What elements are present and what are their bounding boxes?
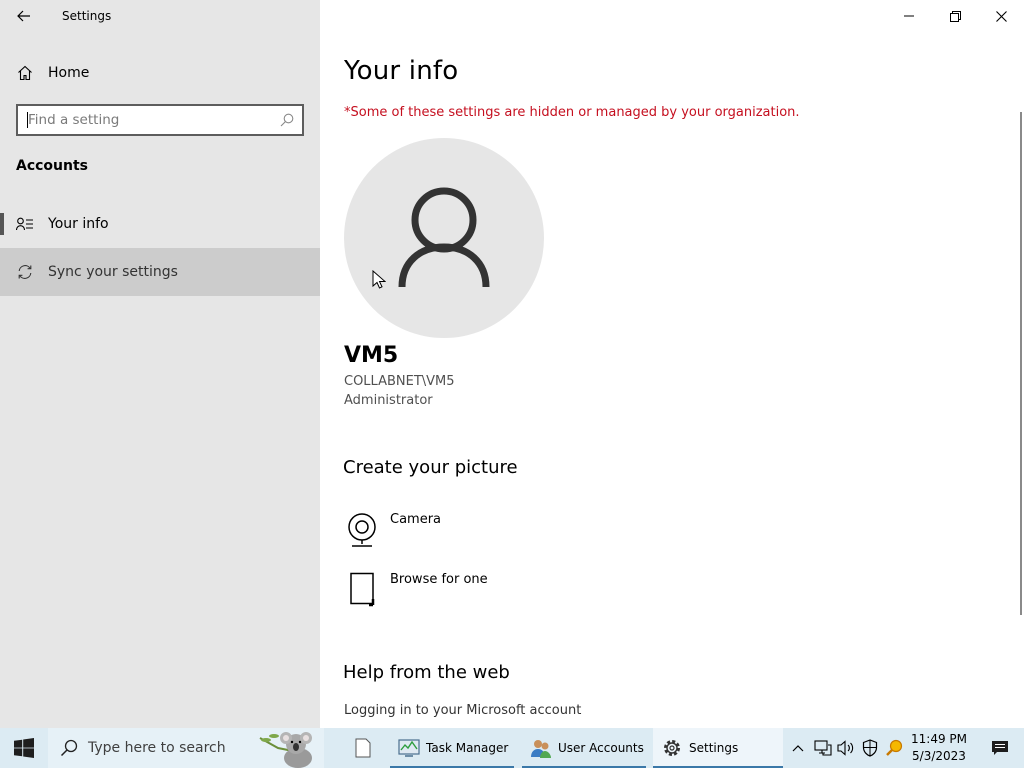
clock-date: 5/3/2023 — [912, 749, 966, 763]
restore-icon — [949, 10, 961, 22]
section-title-accounts: Accounts — [16, 158, 89, 174]
taskbar-app-settings[interactable]: Settings — [653, 728, 783, 768]
user-display-name: VM5 — [344, 343, 399, 368]
user-domain-account: COLLABNET\VM5 — [344, 374, 455, 389]
user-accounts-icon — [530, 737, 552, 759]
browse-option-label: Browse for one — [390, 572, 488, 587]
main-content: Your info *Some of these settings are hi… — [320, 0, 1024, 728]
settings-search-input[interactable] — [28, 106, 278, 134]
koala-illustration-icon — [259, 732, 312, 768]
sync-icon — [16, 264, 34, 280]
back-button[interactable] — [8, 4, 40, 28]
browse-option[interactable]: Browse for one — [344, 572, 488, 608]
security-tray-button[interactable] — [859, 728, 881, 768]
camera-option[interactable]: Camera — [344, 512, 441, 548]
search-icon — [60, 739, 78, 757]
blank-document-icon — [352, 737, 374, 759]
sidebar-item-your-info[interactable]: Your info — [0, 200, 320, 248]
page-title: Your info — [344, 56, 459, 86]
settings-taskbar-label: Settings — [689, 741, 739, 755]
person-icon — [398, 187, 490, 288]
action-center-button[interactable] — [976, 728, 1024, 768]
person-list-icon — [16, 216, 34, 232]
settings-search-box[interactable] — [16, 104, 304, 136]
speaker-icon — [837, 740, 854, 756]
task-manager-label: Task Manager — [426, 741, 509, 755]
selection-indicator — [0, 213, 4, 235]
user-accounts-label: User Accounts — [558, 741, 644, 755]
restore-button[interactable] — [932, 0, 978, 32]
home-nav-item[interactable]: Home — [0, 54, 320, 92]
minimize-button[interactable] — [886, 0, 932, 32]
volume-tray-button[interactable] — [835, 728, 857, 768]
network-icon — [814, 740, 832, 756]
home-icon — [17, 65, 33, 81]
help-heading: Help from the web — [343, 662, 510, 683]
app-tray-button[interactable] — [883, 728, 905, 768]
sidebar-item-label: Sync your settings — [48, 264, 178, 280]
text-caret — [27, 112, 28, 128]
clock-time: 11:49 PM — [911, 732, 967, 746]
task-manager-icon — [398, 737, 420, 759]
taskbar-search-box[interactable]: Type here to search — [48, 728, 324, 768]
close-button[interactable] — [978, 0, 1024, 32]
search-icon[interactable] — [280, 113, 294, 127]
minimize-icon — [904, 15, 914, 17]
gear-icon — [661, 737, 683, 759]
show-hidden-icons-button[interactable] — [788, 728, 808, 768]
mouse-cursor-icon — [372, 270, 386, 289]
magnifier-app-icon — [886, 739, 903, 756]
document-icon — [344, 572, 380, 608]
help-link-microsoft-account[interactable]: Logging in to your Microsoft account — [344, 703, 581, 718]
create-picture-heading: Create your picture — [343, 457, 518, 478]
sidebar-item-label: Your info — [48, 216, 109, 232]
start-button[interactable] — [0, 728, 48, 768]
vertical-scrollbar[interactable] — [1020, 112, 1022, 615]
organization-warning: *Some of these settings are hidden or ma… — [344, 105, 800, 120]
taskbar-search-placeholder: Type here to search — [88, 740, 226, 756]
shield-icon — [862, 739, 878, 757]
camera-icon — [344, 512, 380, 548]
user-avatar — [344, 138, 544, 338]
taskbar-app-user-accounts[interactable]: User Accounts — [522, 728, 646, 768]
chevron-up-icon — [792, 745, 804, 752]
taskbar: Type here to search Task Manager User Ac… — [0, 728, 1024, 768]
network-tray-button[interactable] — [812, 728, 834, 768]
windows-logo-icon — [14, 738, 34, 758]
notification-icon — [992, 741, 1008, 755]
home-label: Home — [48, 65, 90, 81]
back-arrow-icon — [17, 10, 30, 22]
sidebar-item-sync-settings[interactable]: Sync your settings — [0, 248, 320, 296]
taskbar-app-blank-document[interactable] — [336, 728, 386, 768]
system-clock[interactable]: 11:49 PM 5/3/2023 — [908, 731, 970, 765]
settings-sidebar: Settings Home Accounts Your info Sync yo… — [0, 0, 320, 728]
app-title: Settings — [62, 9, 112, 23]
taskbar-app-task-manager[interactable]: Task Manager — [390, 728, 514, 768]
camera-option-label: Camera — [390, 512, 442, 527]
user-role: Administrator — [344, 393, 433, 408]
close-icon — [995, 10, 1007, 22]
